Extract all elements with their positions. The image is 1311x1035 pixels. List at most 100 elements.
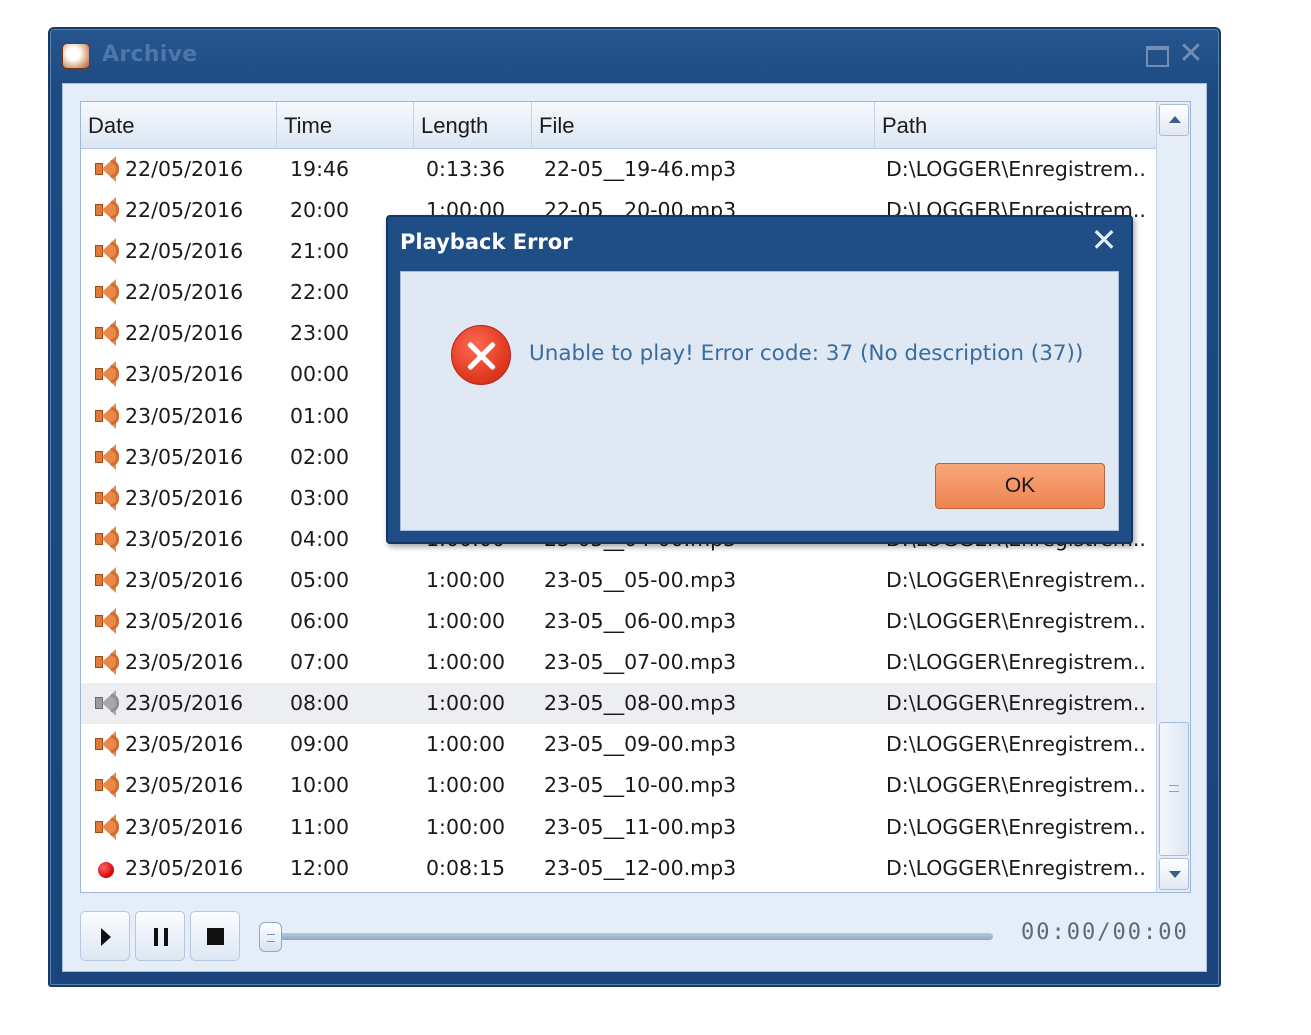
speaker-icon xyxy=(95,443,121,471)
table-row[interactable]: 23/05/2016 09:00 1:00:00 23-05__09-00.mp3 D:… xyxy=(81,724,1156,765)
player-controls: 00:00/00:00 xyxy=(63,904,1206,968)
recording-dot-icon xyxy=(95,854,121,882)
table-row[interactable]: 23/05/2016 06:00 1:00:00 23-05__06-00.mp3 D:… xyxy=(81,601,1156,642)
cell-length: 1:00:00 xyxy=(426,691,506,716)
cell-date: 23/05/2016 xyxy=(125,567,244,592)
column-header-path[interactable]: Path xyxy=(875,102,1156,149)
cell-path: D:\LOGGER\Enregistrem... xyxy=(886,650,1146,675)
cell-date: 23/05/2016 xyxy=(125,650,244,675)
column-header-file[interactable]: File xyxy=(532,102,875,149)
cell-file: 23-05__05-00.mp3 xyxy=(544,567,737,592)
speaker-icon xyxy=(95,771,121,799)
cell-length: 1:00:00 xyxy=(426,814,506,839)
cell-path: D:\LOGGER\Enregistrem... xyxy=(886,609,1146,634)
vertical-scrollbar[interactable] xyxy=(1156,102,1190,892)
cell-date: 23/05/2016 xyxy=(125,855,244,880)
column-header-time[interactable]: Time xyxy=(277,102,414,149)
cell-date: 22/05/2016 xyxy=(125,198,244,223)
stop-button[interactable] xyxy=(190,911,240,961)
cell-path: D:\LOGGER\Enregistrem... xyxy=(886,855,1146,880)
cell-date: 23/05/2016 xyxy=(125,609,244,634)
cell-date: 23/05/2016 xyxy=(125,732,244,757)
cell-time: 10:00 xyxy=(290,773,350,798)
cell-file: 23-05__07-00.mp3 xyxy=(544,650,737,675)
cell-file: 23-05__09-00.mp3 xyxy=(544,732,737,757)
cell-date: 22/05/2016 xyxy=(125,157,244,181)
pause-icon xyxy=(154,928,168,946)
cell-time: 06:00 xyxy=(290,609,350,634)
cell-time: 01:00 xyxy=(290,403,350,428)
cell-time: 20:00 xyxy=(290,198,350,223)
speaker-icon xyxy=(95,648,121,676)
speaker-icon xyxy=(95,402,121,430)
cell-path: D:\LOGGER\Enregistrem... xyxy=(886,732,1146,757)
cell-date: 23/05/2016 xyxy=(125,773,244,798)
cell-date: 23/05/2016 xyxy=(125,403,244,428)
close-icon[interactable]: ✕ xyxy=(1178,39,1204,69)
cell-path: D:\LOGGER\Enregistrem... xyxy=(886,157,1146,181)
table-row[interactable]: 23/05/2016 05:00 1:00:00 23-05__05-00.mp3 D:… xyxy=(81,560,1156,601)
cell-date: 22/05/2016 xyxy=(125,321,244,346)
speaker-icon xyxy=(95,196,121,224)
cell-file: 23-05__10-00.mp3 xyxy=(544,773,737,798)
speaker-icon xyxy=(95,525,121,553)
seek-track[interactable] xyxy=(270,933,993,940)
maximize-icon[interactable] xyxy=(1143,41,1169,67)
cell-file: 23-05__08-00.mp3 xyxy=(544,691,737,716)
scroll-up-button[interactable] xyxy=(1159,104,1189,136)
cell-length: 0:13:36 xyxy=(426,157,506,181)
play-button[interactable] xyxy=(80,911,130,961)
window-title: Archive xyxy=(102,42,198,67)
column-header-date[interactable]: Date xyxy=(81,102,277,149)
cell-length: 1:00:00 xyxy=(426,773,506,798)
cell-path: D:\LOGGER\Enregistrem... xyxy=(886,567,1146,592)
speaker-icon xyxy=(95,360,121,388)
cell-date: 22/05/2016 xyxy=(125,280,244,305)
table-row[interactable]: 22/05/2016 19:46 0:13:36 22-05__19-46.mp3 D:… xyxy=(81,149,1156,190)
table-row[interactable]: 23/05/2016 10:00 1:00:00 23-05__10-00.mp3 D:… xyxy=(81,765,1156,806)
seek-slider-thumb[interactable] xyxy=(259,922,282,952)
speaker-icon xyxy=(95,813,121,841)
cell-time: 22:00 xyxy=(290,280,350,305)
ok-button[interactable]: OK xyxy=(935,463,1105,509)
table-row[interactable]: 23/05/2016 08:00 1:00:00 23-05__08-00.mp3 D:… xyxy=(81,683,1156,725)
time-readout: 00:00/00:00 xyxy=(1021,920,1189,945)
cell-time: 11:00 xyxy=(290,814,350,839)
cell-file: 23-05__06-00.mp3 xyxy=(544,609,737,634)
cell-time: 00:00 xyxy=(290,362,350,387)
column-header-length[interactable]: Length xyxy=(414,102,532,149)
pause-button[interactable] xyxy=(135,911,185,961)
cell-time: 04:00 xyxy=(290,526,350,551)
cell-file: 22-05__19-46.mp3 xyxy=(544,157,737,181)
speaker-icon xyxy=(95,730,121,758)
speaker-icon xyxy=(95,278,121,306)
dialog-body: Unable to play! Error code: 37 (No descr… xyxy=(400,271,1119,531)
cell-date: 22/05/2016 xyxy=(125,239,244,264)
window-titlebar[interactable]: Archive ✕ xyxy=(50,29,1219,83)
table-row[interactable]: 23/05/2016 11:00 1:00:00 23-05__11-00.mp3 D:… xyxy=(81,807,1156,848)
dialog-close-icon[interactable]: ✕ xyxy=(1089,224,1119,256)
cell-date: 23/05/2016 xyxy=(125,814,244,839)
play-icon xyxy=(101,928,111,946)
cell-time: 12:00 xyxy=(290,855,350,880)
cell-time: 08:00 xyxy=(290,691,350,716)
cell-length: 1:00:00 xyxy=(426,650,506,675)
cell-time: 19:46 xyxy=(290,157,350,181)
cell-file: 23-05__11-00.mp3 xyxy=(544,814,737,839)
cell-date: 23/05/2016 xyxy=(125,485,244,510)
speaker-icon xyxy=(95,319,121,347)
speaker-icon xyxy=(95,155,121,183)
playback-error-dialog: Playback Error ✕ Unable to play! Error c… xyxy=(386,215,1133,544)
speaker-icon xyxy=(95,566,121,594)
cell-path: D:\LOGGER\Enregistrem... xyxy=(886,773,1146,798)
scroll-thumb[interactable] xyxy=(1159,722,1189,856)
cell-time: 05:00 xyxy=(290,567,350,592)
cell-time: 02:00 xyxy=(290,444,350,469)
scroll-down-button[interactable] xyxy=(1159,858,1189,890)
cell-path: D:\LOGGER\Enregistrem... xyxy=(886,691,1146,716)
table-row[interactable]: 23/05/2016 12:00 0:08:15 23-05__12-00.mp3 D:… xyxy=(81,848,1156,889)
cell-length: 1:00:00 xyxy=(426,609,506,634)
cell-date: 23/05/2016 xyxy=(125,526,244,551)
table-row[interactable]: 23/05/2016 07:00 1:00:00 23-05__07-00.mp3 D:… xyxy=(81,642,1156,683)
cell-path: D:\LOGGER\Enregistrem... xyxy=(886,814,1146,839)
